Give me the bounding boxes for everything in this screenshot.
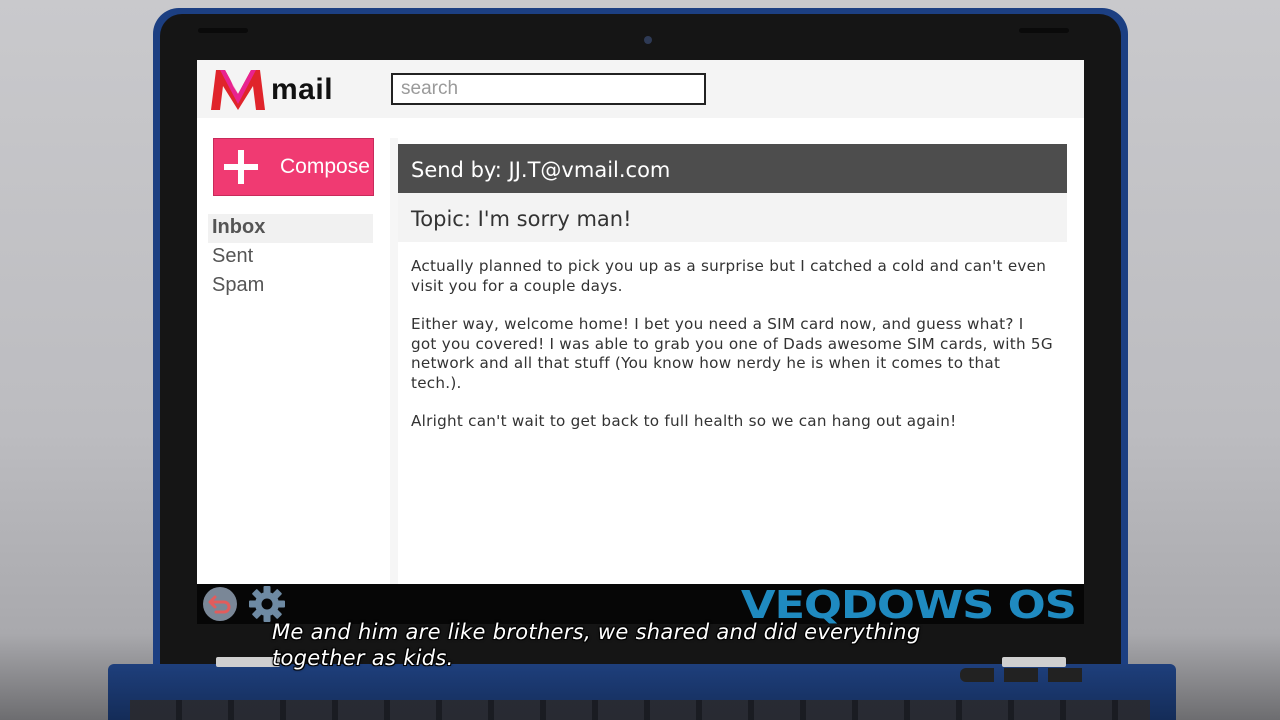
compose-button[interactable]: Compose [213,138,374,196]
subtitle-line: together as kids. [272,646,454,670]
email-subject: Topic: I'm sorry man! [398,193,1067,242]
sidebar-item-spam[interactable]: Spam [208,272,373,301]
sidebar-item-sent[interactable]: Sent [208,243,373,272]
bezel-bumper-right [1019,28,1069,33]
logo-text: mail [271,73,334,106]
back-button[interactable] [203,587,237,621]
email-body: Actually planned to pick you up as a sur… [398,242,1067,432]
os-name: VEQDOWS OS [741,583,1077,624]
hinge-left [216,657,280,667]
email-paragraph: Either way, welcome home! I bet you need… [411,315,1053,392]
app-header: mail [197,60,1084,118]
gear-icon[interactable] [247,585,287,623]
back-arrow-icon [208,595,231,614]
mail-app-screen: mail Compose Inbox Sent Spam Send by: JJ… [197,60,1084,624]
email-view: Send by: JJ.T@vmail.com Topic: I'm sorry… [398,144,1067,624]
plus-icon [224,150,258,184]
dialogue-subtitle: Me and him are like brothers, we shared … [272,619,1032,671]
v-logo-icon [211,70,265,110]
webcam-icon [644,36,652,44]
app-logo: mail [209,68,333,112]
keyboard-edge [130,700,1150,720]
email-paragraph: Actually planned to pick you up as a sur… [411,257,1047,295]
email-sender: Send by: JJ.T@vmail.com [398,144,1067,193]
email-paragraph: Alright can't wait to get back to full h… [411,412,957,430]
mail-folder-list: Inbox Sent Spam [208,214,373,301]
os-taskbar: VEQDOWS OS [197,584,1084,624]
bezel-bumper-left [198,28,248,33]
search-input[interactable] [391,73,706,105]
subtitle-line: Me and him are like brothers, we shared … [272,620,921,644]
sidebar-item-inbox[interactable]: Inbox [208,214,373,243]
compose-label: Compose [280,155,370,178]
sidebar-divider [390,138,398,624]
